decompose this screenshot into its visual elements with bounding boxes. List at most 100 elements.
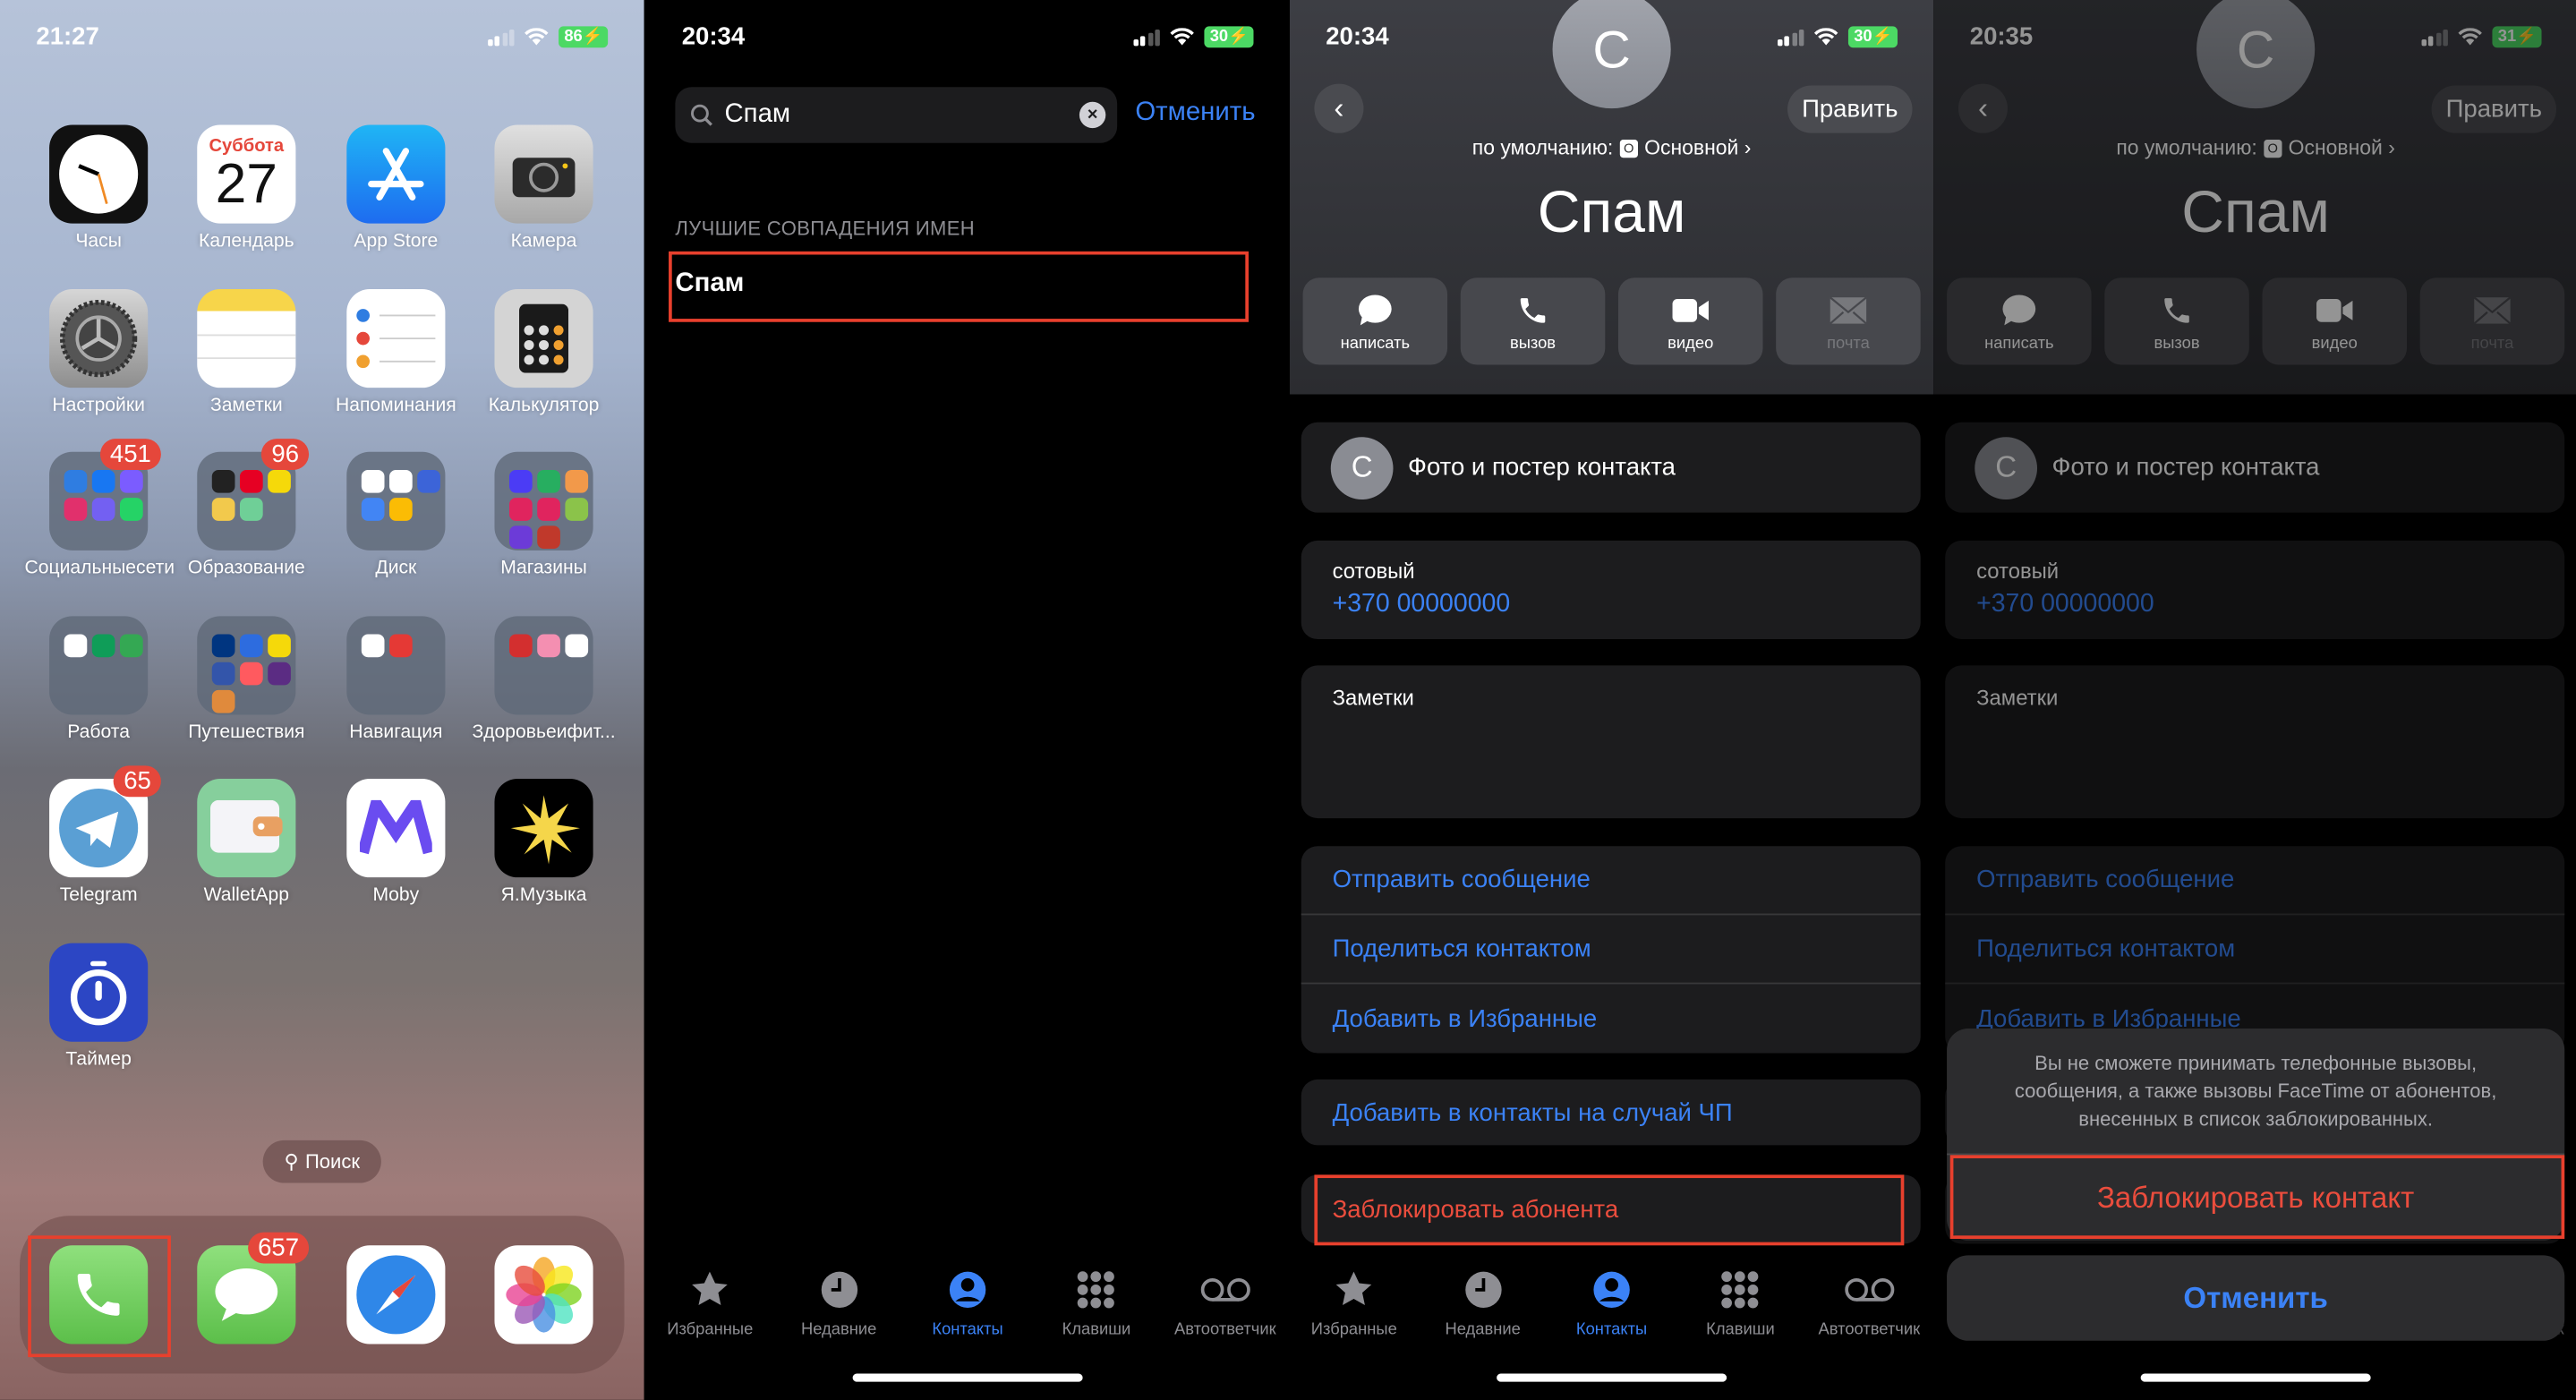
default-line[interactable]: по умолчанию: О Основной ›: [1290, 136, 1934, 159]
wifi-icon: [1814, 28, 1839, 46]
app-telegram[interactable]: 65 Telegram: [25, 766, 173, 906]
home-indicator[interactable]: [852, 1373, 1083, 1382]
app-timer[interactable]: Таймер: [25, 943, 173, 1070]
app-yamusic[interactable]: Я.Музыка: [470, 779, 618, 907]
home-indicator[interactable]: [1497, 1373, 1727, 1382]
search-icon: ⚲: [284, 1149, 299, 1174]
search-input[interactable]: Спам ×: [675, 87, 1118, 143]
tab-label: Избранные: [1310, 1320, 1397, 1339]
home-screen: 21:27 86⚡ Часы Суббота 27 Календарь App Store…: [0, 0, 644, 1400]
spotlight-search-button[interactable]: ⚲ Поиск: [262, 1140, 381, 1183]
edit-button[interactable]: Править: [1787, 85, 1913, 133]
tab-person-circle[interactable]: Контакты: [1548, 1268, 1676, 1339]
search-query: Спам: [724, 99, 791, 129]
action-video-button[interactable]: видео: [1617, 277, 1763, 365]
clear-icon[interactable]: ×: [1079, 101, 1106, 129]
small-avatar: С: [1330, 436, 1394, 499]
app-folder[interactable]: Диск: [322, 452, 470, 578]
appstore-icon: [346, 124, 446, 224]
dock-app-safari[interactable]: [322, 1245, 470, 1345]
app-appstore[interactable]: App Store: [322, 124, 470, 252]
clock-icon: [775, 1268, 903, 1311]
chevron-left-icon: ‹: [1334, 90, 1344, 124]
phone-number[interactable]: +370 00000000: [1333, 590, 1889, 619]
app-label: Часы: [75, 231, 122, 252]
app-label: Я.Музыка: [500, 886, 587, 907]
tab-clock[interactable]: Недавние: [775, 1268, 903, 1339]
app-label: Диск: [375, 559, 417, 579]
phone-icon: [1461, 293, 1606, 329]
line-badge: О: [1619, 140, 1638, 158]
poster-card[interactable]: С Фото и постер контакта: [1301, 422, 1921, 513]
tab-voicemail[interactable]: Автоответчик: [1161, 1268, 1289, 1339]
status-time: 20:34: [681, 22, 746, 51]
link-row[interactable]: Добавить в Избранные: [1301, 984, 1921, 1053]
app-label: Напоминания: [335, 395, 456, 415]
app-calendar[interactable]: Суббота 27 Календарь: [173, 124, 320, 252]
link-row[interactable]: Поделиться контактом: [1301, 915, 1921, 985]
app-folder[interactable]: Здоровьеифит...: [470, 615, 618, 742]
mail-icon: [1776, 293, 1921, 329]
telegram-icon: 65: [49, 766, 161, 878]
tab-star[interactable]: Избранные: [1290, 1268, 1418, 1339]
app-label: Магазины: [500, 559, 587, 579]
notes-card[interactable]: Заметки: [1301, 665, 1921, 819]
app-wallet[interactable]: WalletApp: [173, 779, 320, 907]
action-message-button[interactable]: написать: [1302, 277, 1448, 365]
folder-icon: [346, 615, 446, 715]
app-folder[interactable]: Путешествия: [173, 615, 320, 743]
sheet-message: Вы не сможете принимать телефонные вызов…: [1947, 1029, 2565, 1156]
app-reminders[interactable]: Напоминания: [322, 288, 470, 415]
action-phone-button[interactable]: вызов: [1460, 277, 1606, 365]
app-settings[interactable]: Настройки: [25, 288, 173, 415]
voicemail-icon: [1805, 1268, 1933, 1311]
tab-label: Клавиши: [1062, 1320, 1131, 1339]
app-notes[interactable]: Заметки: [173, 288, 320, 415]
dock-app-messages[interactable]: 657: [173, 1232, 320, 1345]
keypad-icon: [1676, 1268, 1804, 1311]
tab-voicemail[interactable]: Автоответчик: [1805, 1268, 1933, 1339]
reminders-icon: [346, 288, 446, 388]
folder-icon: 451: [49, 439, 161, 551]
tab-keypad[interactable]: Клавиши: [1676, 1268, 1804, 1339]
app-calculator[interactable]: Калькулятор: [470, 288, 618, 415]
app-folder[interactable]: Навигация: [322, 615, 470, 742]
sheet-cancel-button[interactable]: Отменить: [1947, 1255, 2565, 1341]
back-button[interactable]: ‹: [1314, 83, 1364, 133]
app-folder[interactable]: Магазины: [470, 452, 618, 578]
app-moby[interactable]: Moby: [322, 779, 470, 906]
tab-keypad[interactable]: Клавиши: [1032, 1268, 1160, 1339]
app-label: Образование: [187, 559, 305, 579]
tab-clock[interactable]: Недавние: [1419, 1268, 1547, 1339]
dock-app-photos[interactable]: [470, 1245, 618, 1345]
cancel-button[interactable]: Отменить: [1135, 98, 1255, 128]
link-row[interactable]: Отправить сообщение: [1301, 846, 1921, 916]
app-folder[interactable]: 451 Социальныесети: [25, 439, 175, 578]
app-camera[interactable]: Камера: [470, 124, 618, 252]
tab-bar: Избранные Недавние Контакты Клавиши Автоотве…: [645, 1268, 1290, 1339]
signal-icon: [1133, 29, 1161, 46]
folder-icon: 96: [197, 439, 310, 551]
status-time: 20:34: [1326, 22, 1389, 51]
action-mail-button[interactable]: почта: [1776, 277, 1921, 365]
folder-icon: [494, 615, 593, 715]
tab-label: Избранные: [667, 1320, 754, 1339]
block-confirm-screen: 20:35 31⚡ С ‹ Править по умолчанию: О Осно…: [1933, 0, 2576, 1400]
highlight-box: [28, 1235, 171, 1358]
home-indicator[interactable]: [2140, 1373, 2371, 1382]
app-label: Путешествия: [188, 722, 305, 743]
calendar-icon: Суббота 27: [197, 124, 296, 224]
app-clock[interactable]: Часы: [25, 124, 173, 252]
tab-star[interactable]: Избранные: [646, 1268, 774, 1339]
folder-icon: [346, 452, 446, 551]
notes-icon: [197, 288, 296, 388]
tab-person-circle[interactable]: Контакты: [903, 1268, 1031, 1339]
app-folder[interactable]: Работа: [25, 615, 173, 742]
phone-card[interactable]: сотовый +370 00000000: [1301, 540, 1921, 640]
app-label: WalletApp: [203, 886, 290, 907]
tab-label: Автоответчик: [1174, 1320, 1276, 1339]
app-folder[interactable]: 96 Образование: [173, 439, 320, 579]
video-icon: [1618, 293, 1763, 329]
chevron-right-icon: ›: [1744, 136, 1752, 160]
emergency-row[interactable]: Добавить в контакты на случай ЧП: [1301, 1080, 1921, 1145]
